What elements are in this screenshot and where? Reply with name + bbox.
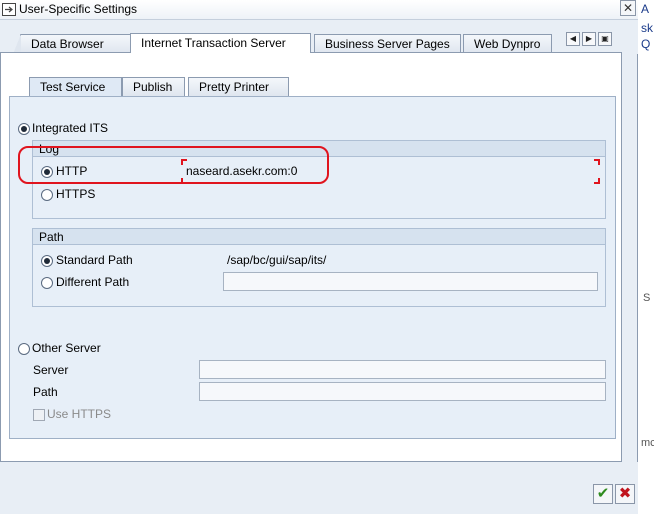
- tab-business-server-pages[interactable]: Business Server Pages: [314, 34, 461, 53]
- checkmark-icon: ✔: [596, 485, 610, 502]
- tab-pretty-printer[interactable]: Pretty Printer: [188, 77, 289, 96]
- tab-data-browser[interactable]: Data Browser: [13, 34, 131, 54]
- path-group-header: Path: [33, 229, 605, 245]
- use-https-label: Use HTTPS: [47, 407, 112, 421]
- use-https-checkbox[interactable]: [33, 409, 45, 421]
- arrow-left-icon: ◀: [569, 34, 577, 43]
- tab-label: Publish: [133, 80, 173, 94]
- title-bar: User-Specific Settings ✕: [0, 0, 638, 20]
- window-icon: [2, 3, 16, 16]
- other-server-label: Other Server: [32, 341, 101, 355]
- server-label: Server: [33, 363, 69, 377]
- tab-label: Data Browser: [31, 37, 104, 51]
- field-corner-mark: [594, 159, 600, 165]
- cancel-x-icon: ✖: [618, 485, 632, 502]
- annotation-highlight: [18, 146, 329, 184]
- different-path-label: Different Path: [56, 275, 130, 289]
- background-fragment: A: [641, 2, 650, 16]
- background-fragment: S: [643, 292, 651, 304]
- ok-button[interactable]: ✔: [593, 484, 613, 504]
- tab-test-service[interactable]: Test Service: [29, 77, 122, 96]
- different-path-input[interactable]: [223, 272, 598, 291]
- tab-label: Web Dynpro: [474, 37, 541, 51]
- https-label: HTTPS: [56, 187, 96, 201]
- close-button[interactable]: ✕: [620, 0, 636, 16]
- tab-publish[interactable]: Publish: [122, 77, 185, 96]
- background-window: A sk Q S mc: [638, 0, 654, 514]
- background-fragment: Q: [641, 37, 651, 51]
- settings-dialog: User-Specific Settings ✕ Data Browser In…: [0, 0, 638, 514]
- integrated-its-label: Integrated ITS: [32, 121, 109, 135]
- tab-list-button[interactable]: ▣: [598, 32, 612, 46]
- path-label: Path: [33, 385, 58, 399]
- tab-internet-transaction-server[interactable]: Internet Transaction Server: [130, 33, 311, 53]
- integrated-its-radio[interactable]: [18, 123, 30, 135]
- tab-next-button[interactable]: ▶: [582, 32, 596, 46]
- https-radio[interactable]: [41, 189, 53, 201]
- tab-label: Test Service: [40, 80, 106, 94]
- standard-path-radio[interactable]: [41, 255, 53, 267]
- tab-label: Business Server Pages: [325, 37, 450, 51]
- other-server-radio[interactable]: [18, 343, 30, 355]
- tab-web-dynpro[interactable]: Web Dynpro: [463, 34, 552, 53]
- cancel-button[interactable]: ✖: [615, 484, 635, 504]
- path-input[interactable]: [199, 382, 606, 401]
- outer-tab-strip: Data Browser Internet Transaction Server…: [0, 20, 638, 54]
- path-group: Path: [32, 228, 606, 307]
- background-fragment: sk: [641, 21, 653, 35]
- tab-list-icon: ▣: [601, 34, 609, 43]
- arrow-right-icon: ▶: [585, 34, 593, 43]
- background-fragment: mc: [641, 437, 654, 449]
- tab-label: Pretty Printer: [199, 80, 270, 94]
- close-icon: ✕: [622, 1, 634, 15]
- field-corner-mark: [594, 178, 600, 184]
- tab-prev-button[interactable]: ◀: [566, 32, 580, 46]
- dialog-footer: [0, 462, 638, 514]
- server-input[interactable]: [199, 360, 606, 379]
- window-title: User-Specific Settings: [19, 2, 138, 16]
- standard-path-label: Standard Path: [56, 253, 133, 267]
- path-group-title: Path: [39, 230, 64, 244]
- standard-path-value: /sap/bc/gui/sap/its/: [227, 253, 327, 267]
- tab-label: Internet Transaction Server: [141, 36, 286, 50]
- different-path-radio[interactable]: [41, 277, 53, 289]
